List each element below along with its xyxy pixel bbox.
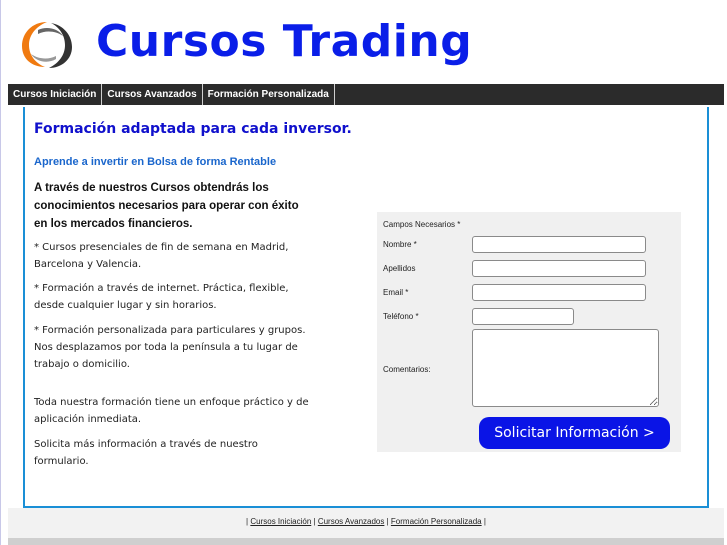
footer-separator: |	[481, 517, 486, 526]
footer-link-formacion-personalizada[interactable]: Formación Personalizada	[391, 517, 482, 526]
footer-link-cursos-iniciacion[interactable]: Cursos Iniciación	[250, 517, 311, 526]
telefono-label: Teléfono *	[383, 312, 419, 321]
nav-item-cursos-iniciacion[interactable]: Cursos Iniciación	[8, 84, 103, 105]
footer-link-cursos-avanzados[interactable]: Cursos Avanzados	[318, 517, 385, 526]
nombre-label: Nombre *	[383, 240, 417, 249]
page-headline: Formación adaptada para cada inversor.	[34, 121, 352, 137]
contact-form: Campos Necesarios * Nombre * Apellidos E…	[377, 212, 681, 452]
comentarios-label: Comentarios:	[383, 365, 431, 374]
required-note: Campos Necesarios *	[383, 220, 461, 229]
email-label: Email *	[383, 288, 409, 297]
nombre-input[interactable]	[472, 236, 646, 253]
apellidos-input[interactable]	[472, 260, 646, 277]
apellidos-label: Apellidos	[383, 264, 416, 273]
swirl-logo-icon[interactable]	[18, 18, 76, 70]
lead-paragraph: A través de nuestros Cursos obtendrás lo…	[34, 182, 299, 230]
paragraph-internet: * Formación a través de internet. Prácti…	[34, 283, 289, 311]
main-nav: Cursos Iniciación Cursos Avanzados Forma…	[8, 84, 724, 105]
nav-item-cursos-avanzados[interactable]: Cursos Avanzados	[102, 84, 203, 105]
site-title[interactable]: Cursos Trading	[96, 12, 472, 72]
paragraph-personalizada: * Formación personalizada para particula…	[34, 325, 306, 370]
site-footer: | Cursos Iniciación | Cursos Avanzados |…	[8, 508, 724, 538]
bottom-bar	[8, 538, 724, 545]
comentarios-textarea[interactable]	[472, 329, 659, 407]
footer-links: | Cursos Iniciación | Cursos Avanzados |…	[8, 517, 724, 526]
telefono-input[interactable]	[472, 308, 574, 325]
paragraph-solicita: Solicita más información a través de nue…	[34, 439, 258, 467]
submit-button[interactable]: Solicitar Información >	[479, 417, 670, 449]
paragraph-presenciales: * Cursos presenciales de fin de semana e…	[34, 242, 289, 270]
site-header: Cursos Trading	[0, 0, 727, 83]
page-subhead: Aprende a invertir en Bolsa de forma Ren…	[34, 156, 277, 168]
nav-item-formacion-personalizada[interactable]: Formación Personalizada	[203, 84, 335, 105]
email-input[interactable]	[472, 284, 646, 301]
paragraph-enfoque: Toda nuestra formación tiene un enfoque …	[34, 397, 309, 425]
content-box: Formación adaptada para cada inversor. A…	[23, 107, 709, 508]
